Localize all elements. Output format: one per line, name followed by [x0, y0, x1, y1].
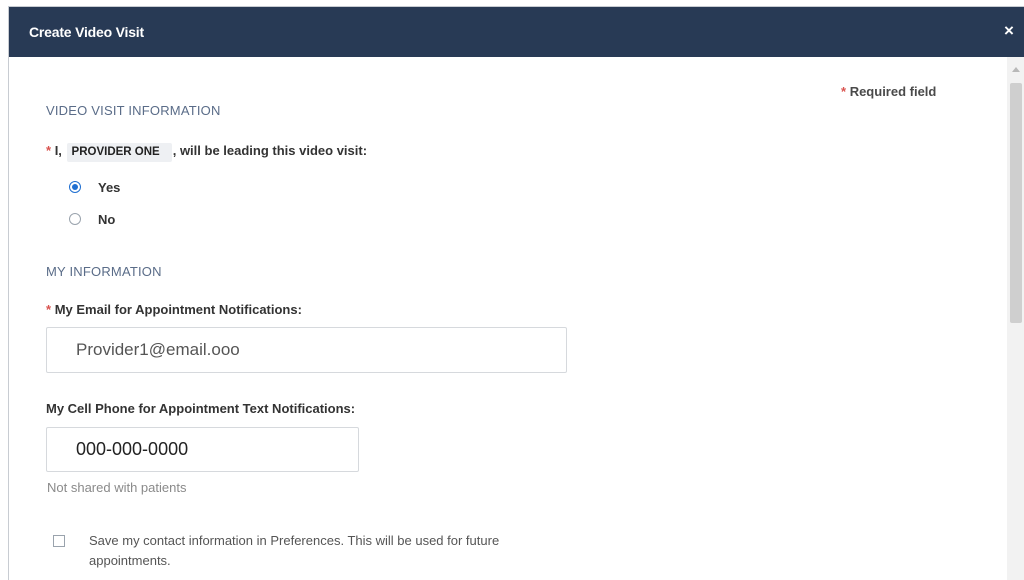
- email-label-text: My Email for Appointment Notifications:: [54, 302, 302, 317]
- email-field[interactable]: [46, 327, 567, 373]
- required-asterisk: *: [46, 302, 52, 317]
- radio-no[interactable]: [69, 213, 81, 225]
- scrollbar[interactable]: [1007, 57, 1024, 580]
- phone-hint: Not shared with patients: [47, 480, 187, 495]
- save-contact-label[interactable]: Save my contact information in Preferenc…: [89, 531, 569, 571]
- radio-option-no[interactable]: No: [69, 209, 115, 229]
- close-icon[interactable]: ×: [1004, 22, 1014, 39]
- email-label: * My Email for Appointment Notifications…: [46, 302, 302, 317]
- radio-option-yes[interactable]: Yes: [69, 177, 120, 197]
- leading-visit-question: * I, PROVIDER ONE, will be leading this …: [46, 143, 367, 162]
- dialog-title: Create Video Visit: [29, 24, 144, 40]
- create-video-visit-dialog: Create Video Visit × * Required field VI…: [8, 6, 1024, 580]
- radio-yes-label[interactable]: Yes: [98, 180, 120, 195]
- leading-prefix: I,: [54, 143, 66, 158]
- required-field-note: * Required field: [841, 84, 936, 99]
- cell-phone-label: My Cell Phone for Appointment Text Notif…: [46, 401, 356, 416]
- required-asterisk: *: [46, 143, 52, 158]
- leading-suffix: , will be leading this video visit:: [172, 143, 368, 158]
- my-information-header: MY INFORMATION: [46, 264, 162, 279]
- dialog-titlebar: Create Video Visit ×: [9, 7, 1024, 57]
- dialog-content: * Required field VIDEO VISIT INFORMATION…: [9, 57, 1005, 580]
- required-field-text: Required field: [849, 84, 937, 99]
- provider-name-chip: PROVIDER ONE: [66, 143, 172, 162]
- radio-no-label[interactable]: No: [98, 212, 115, 227]
- scroll-up-arrow-icon[interactable]: [1012, 67, 1020, 72]
- radio-yes[interactable]: [69, 181, 81, 193]
- required-asterisk: *: [841, 84, 847, 99]
- cell-phone-field[interactable]: [46, 427, 359, 472]
- video-visit-information-header: VIDEO VISIT INFORMATION: [46, 103, 221, 118]
- save-contact-checkbox[interactable]: [53, 535, 65, 547]
- scroll-thumb[interactable]: [1010, 83, 1022, 323]
